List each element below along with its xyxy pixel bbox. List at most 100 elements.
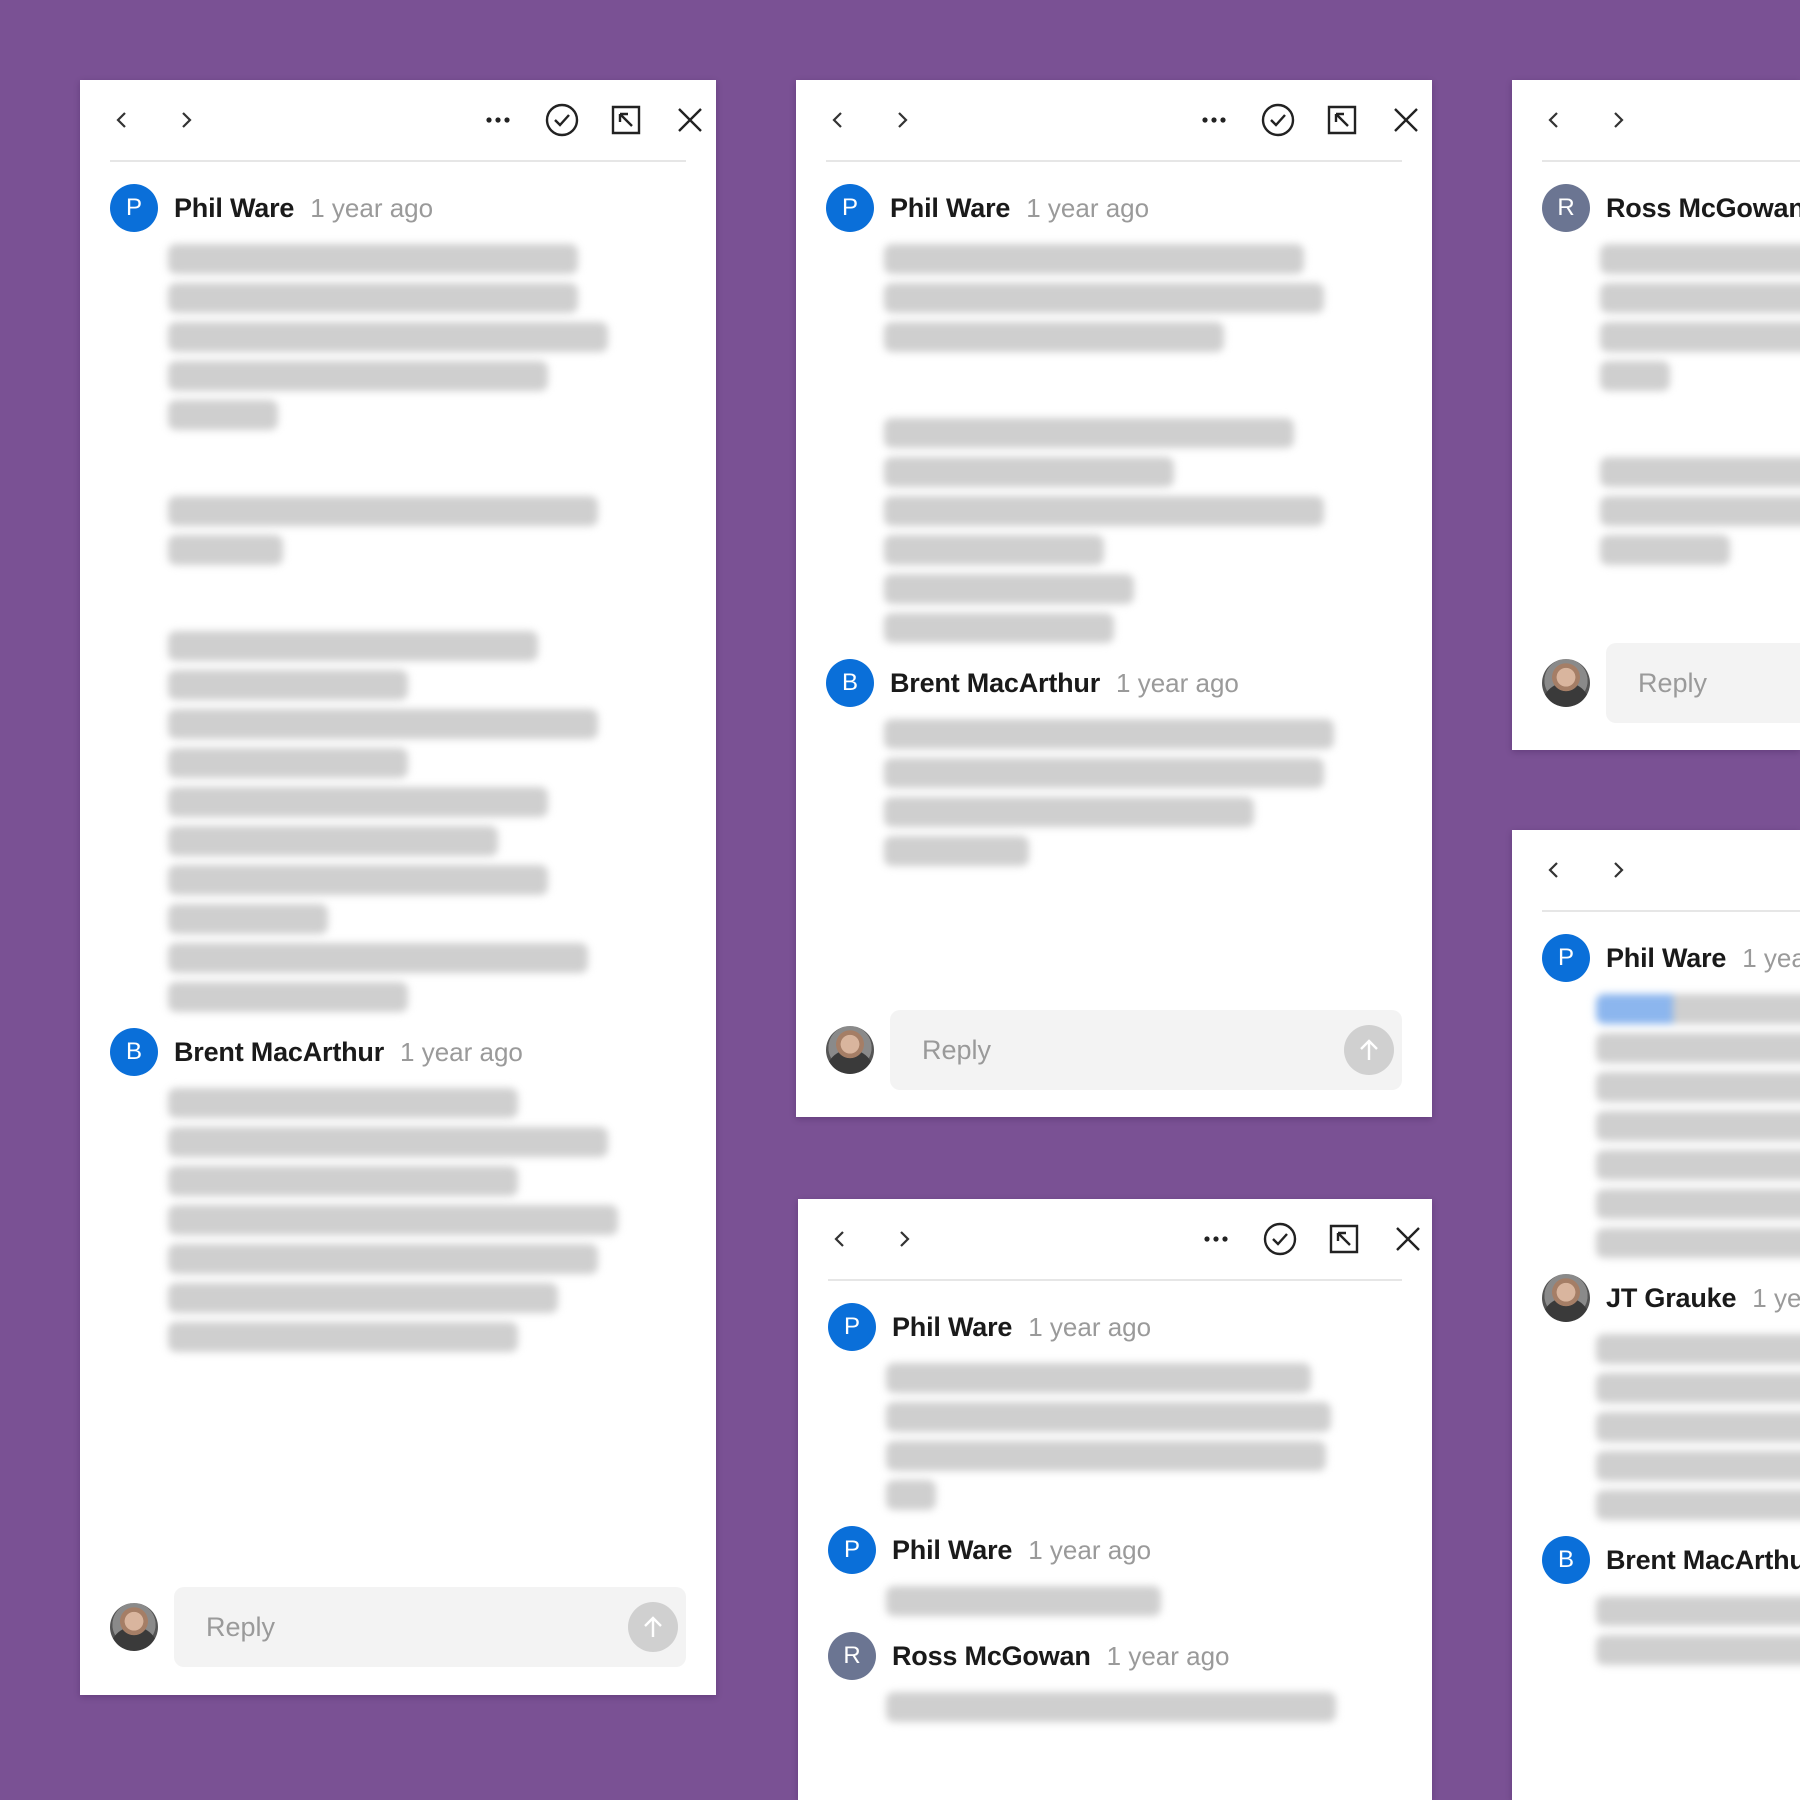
comment-author: Phil Ware — [174, 192, 295, 223]
avatar: P — [110, 184, 158, 232]
comment-body-redacted — [168, 244, 686, 1012]
comment-author: JT Grauke — [1606, 1282, 1737, 1313]
avatar: P — [1542, 934, 1590, 982]
comment: B Brent MacArthur 1 year ago — [110, 1028, 686, 1352]
comment: P Phil Ware 1 year ago — [110, 184, 686, 1012]
avatar: P — [828, 1303, 876, 1351]
comment-timestamp: 1 year ago — [1106, 1640, 1230, 1671]
close-icon[interactable] — [1388, 102, 1424, 138]
comment-author: Ross McGowan — [892, 1640, 1091, 1671]
current-user-avatar — [826, 1026, 874, 1074]
send-arrow-icon — [644, 1616, 662, 1637]
comment-author: Phil Ware — [1606, 942, 1727, 973]
comment-timestamp: 1 year ago — [1116, 667, 1239, 698]
avatar: B — [826, 659, 874, 707]
chevron-right-icon[interactable] — [886, 1221, 922, 1257]
more-icon[interactable] — [1198, 1221, 1234, 1257]
reply-row: Reply — [826, 1010, 1402, 1090]
comment-author: Ross McGowan — [1606, 192, 1800, 223]
reply-input[interactable]: Reply — [890, 1010, 1402, 1090]
comment: B Brent MacArthu — [1542, 1536, 1800, 1665]
reply-row: Reply — [1542, 643, 1800, 723]
comment-timestamp: 1 year ago — [1028, 1311, 1152, 1342]
panel-header — [110, 80, 702, 162]
comment-thread: P Phil Ware 1 year ago B Brent MacArthur — [826, 184, 1402, 882]
panel-header — [826, 80, 1418, 162]
avatar: B — [1542, 1536, 1590, 1584]
send-button[interactable] — [1344, 1025, 1394, 1075]
close-icon[interactable] — [1390, 1221, 1426, 1257]
comment-panel-2: P Phil Ware 1 year ago B Brent MacArthur — [796, 80, 1432, 1117]
comment-author: Brent MacArthur — [890, 667, 1101, 698]
panel-header — [1542, 80, 1800, 162]
comment-body-redacted — [886, 1692, 1402, 1722]
resolve-check-icon[interactable] — [1262, 1221, 1298, 1257]
comment-timestamp: 1 year ago — [1028, 1534, 1152, 1565]
chevron-right-icon[interactable] — [1600, 102, 1636, 138]
current-user-avatar — [110, 1603, 158, 1651]
comment-body-redacted — [884, 244, 1402, 643]
resolve-check-icon[interactable] — [544, 102, 580, 138]
comment-author: Phil Ware — [892, 1311, 1013, 1342]
comment: P Phil Ware 1 yea — [1542, 934, 1800, 1258]
chevron-right-icon[interactable] — [1600, 852, 1636, 888]
comment: R Ross McGowan 1 year ago — [828, 1632, 1402, 1722]
chevron-left-icon[interactable] — [1536, 102, 1572, 138]
close-icon[interactable] — [672, 102, 708, 138]
comment: P Phil Ware 1 year ago — [826, 184, 1402, 643]
comment-timestamp: 1 year ago — [1026, 192, 1150, 223]
collapse-arrow-icon[interactable] — [1326, 1221, 1362, 1257]
comment-thread: P Phil Ware 1 year ago B Brent MacArthur… — [110, 184, 686, 1368]
comment-panel-3: P Phil Ware 1 year ago P Phil Ware 1 yea… — [798, 1199, 1432, 1800]
comment-author: Brent MacArthur — [174, 1036, 385, 1067]
comment-panel-5: P Phil Ware 1 yea JT Grauke 1 ye B Brent… — [1512, 830, 1800, 1800]
chevron-left-icon[interactable] — [822, 1221, 858, 1257]
comment-body-redacted — [884, 719, 1402, 866]
chevron-left-icon[interactable] — [820, 102, 856, 138]
avatar: P — [826, 184, 874, 232]
comment-panel-4: R Ross McGowan Reply — [1512, 80, 1800, 750]
chevron-right-icon[interactable] — [168, 102, 204, 138]
reply-input[interactable]: Reply — [174, 1587, 686, 1667]
avatar: R — [1542, 184, 1590, 232]
comment-thread: R Ross McGowan — [1542, 184, 1800, 581]
chevron-left-icon[interactable] — [104, 102, 140, 138]
current-user-avatar — [1542, 659, 1590, 707]
panel-header — [1542, 830, 1800, 912]
comment-body-redacted — [1596, 1596, 1800, 1665]
send-arrow-icon — [1360, 1039, 1378, 1060]
chevron-left-icon[interactable] — [1536, 852, 1572, 888]
comment-timestamp: 1 yea — [1742, 942, 1800, 973]
reply-row: Reply — [110, 1587, 686, 1667]
comment-body-redacted — [886, 1363, 1402, 1510]
more-icon[interactable] — [480, 102, 516, 138]
more-icon[interactable] — [1196, 102, 1232, 138]
avatar: P — [828, 1526, 876, 1574]
comment: JT Grauke 1 ye — [1542, 1274, 1800, 1520]
comment-body-redacted — [886, 1586, 1402, 1616]
reply-placeholder: Reply — [206, 1611, 276, 1642]
comment-author: Phil Ware — [890, 192, 1011, 223]
avatar: R — [828, 1632, 876, 1680]
resolve-check-icon[interactable] — [1260, 102, 1296, 138]
reply-placeholder: Reply — [922, 1034, 992, 1065]
comment: B Brent MacArthur 1 year ago — [826, 659, 1402, 866]
reply-input[interactable]: Reply — [1606, 643, 1800, 723]
comment-author: Phil Ware — [892, 1534, 1013, 1565]
chevron-right-icon[interactable] — [884, 102, 920, 138]
comment: P Phil Ware 1 year ago — [828, 1526, 1402, 1616]
comment: P Phil Ware 1 year ago — [828, 1303, 1402, 1510]
comment-panel-1: P Phil Ware 1 year ago B Brent MacArthur… — [80, 80, 716, 1695]
comment-body-redacted — [1596, 994, 1800, 1258]
collapse-arrow-icon[interactable] — [1324, 102, 1360, 138]
avatar — [1542, 1274, 1590, 1322]
comment-thread: P Phil Ware 1 year ago P Phil Ware 1 yea… — [828, 1303, 1402, 1738]
comment-body-redacted — [1596, 1334, 1800, 1520]
reply-placeholder: Reply — [1638, 667, 1708, 698]
comment-author: Brent MacArthu — [1606, 1544, 1800, 1575]
send-button[interactable] — [628, 1602, 678, 1652]
collapse-arrow-icon[interactable] — [608, 102, 644, 138]
comment: R Ross McGowan — [1542, 184, 1800, 565]
comment-body-redacted — [1600, 244, 1800, 565]
avatar: B — [110, 1028, 158, 1076]
